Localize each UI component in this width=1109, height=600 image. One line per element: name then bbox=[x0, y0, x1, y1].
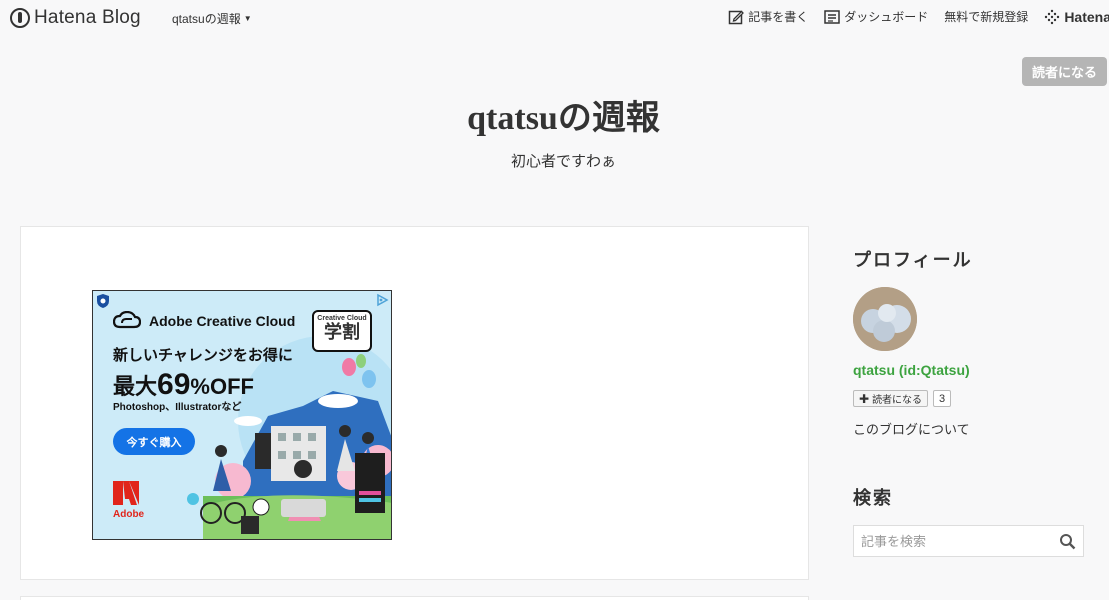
profile-subscribe-label: 読者になる bbox=[872, 395, 923, 406]
profile-avatar[interactable] bbox=[853, 287, 917, 351]
plus-icon: ✚ bbox=[859, 391, 870, 406]
ad-discount: 最大69%OFF bbox=[113, 368, 254, 402]
hatena-dots-icon bbox=[1045, 9, 1060, 24]
blog-switcher-label: qtatsuの週報 bbox=[172, 12, 241, 26]
global-header: Hatena Blog qtatsuの週報 ▼ 記事を書く ダッシュボード 無料… bbox=[0, 0, 1109, 38]
subscriber-count[interactable]: 3 bbox=[933, 390, 952, 407]
entry-card-next bbox=[20, 596, 809, 600]
register-link[interactable]: 無料で新規登録 bbox=[944, 8, 1028, 25]
avatar-image bbox=[853, 287, 917, 351]
dashboard-link[interactable]: ダッシュボード bbox=[824, 8, 928, 25]
hatena-label: Hatena bbox=[1064, 8, 1109, 25]
search-heading: 検索 bbox=[853, 488, 893, 508]
caret-down-icon: ▼ bbox=[243, 14, 252, 23]
subscribe-button[interactable]: 読者になる bbox=[1022, 57, 1107, 86]
ad-badge-small: Creative Cloud bbox=[317, 315, 367, 322]
blog-title[interactable]: qtatsuの週報 bbox=[0, 90, 1109, 139]
creative-cloud-icon bbox=[113, 311, 141, 329]
profile-subscribe-button[interactable]: ✚ 読者になる bbox=[853, 390, 929, 407]
ad-products: Photoshop、Illustratorなど bbox=[113, 402, 242, 413]
ad-discount-suffix: %OFF bbox=[190, 374, 254, 399]
ad-shield-icon bbox=[97, 294, 109, 308]
ad-discount-value: 69 bbox=[157, 368, 191, 401]
ad-brand: Adobe Creative Cloud bbox=[149, 313, 296, 329]
register-label: 無料で新規登録 bbox=[944, 10, 1029, 24]
write-entry-link[interactable]: 記事を書く bbox=[728, 8, 808, 25]
about-blog-link[interactable]: このブログについて bbox=[853, 419, 970, 438]
search-icon[interactable] bbox=[1059, 533, 1076, 550]
profile-heading: プロフィール bbox=[853, 250, 973, 270]
ad-buy-button[interactable]: 今すぐ購入 bbox=[113, 428, 195, 455]
blog-switcher[interactable]: qtatsuの週報 ▼ bbox=[172, 10, 252, 27]
profile-name-link[interactable]: qtatsu (id:Qtatsu) bbox=[853, 362, 970, 378]
write-entry-label: 記事を書く bbox=[748, 10, 809, 24]
pencil-icon bbox=[729, 10, 745, 24]
adchoices-icon[interactable] bbox=[375, 293, 389, 307]
hatena-blog-logo[interactable]: Hatena Blog bbox=[10, 7, 141, 29]
hatena-link[interactable]: Hatena bbox=[1044, 9, 1109, 25]
ad-student-badge: Creative Cloud 学割 bbox=[312, 310, 372, 352]
blog-description: 初心者ですわぁ bbox=[510, 153, 616, 170]
dashboard-icon bbox=[824, 9, 841, 24]
ad-headline: 新しいチャレンジをお得に bbox=[113, 347, 293, 364]
hatena-blog-icon bbox=[10, 8, 30, 28]
ad-badge-big: 学割 bbox=[324, 322, 360, 342]
global-nav: 記事を書く ダッシュボード 無料で新規登録 Hatena bbox=[728, 8, 1109, 25]
search-input[interactable] bbox=[854, 526, 1049, 556]
brand-name: Hatena Blog bbox=[34, 7, 141, 28]
advertisement-banner[interactable]: Adobe Creative Cloud Creative Cloud 学割 新… bbox=[92, 290, 392, 540]
ad-adobe-label: Adobe bbox=[113, 509, 145, 520]
ad-discount-prefix: 最大 bbox=[113, 374, 158, 399]
search-form bbox=[853, 525, 1084, 557]
dashboard-label: ダッシュボード bbox=[844, 10, 929, 24]
